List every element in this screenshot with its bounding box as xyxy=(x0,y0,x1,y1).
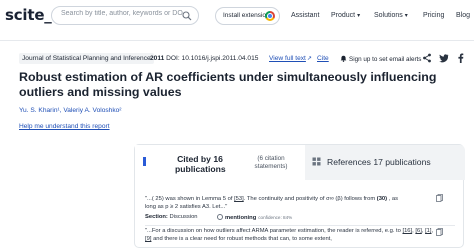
paper-title: Robust estimation of AR coefficients und… xyxy=(19,70,437,99)
references-label: References 17 publications xyxy=(327,157,431,167)
scite-logo[interactable]: scite_ xyxy=(5,6,52,24)
citation-statements-count: (6 citation statements) xyxy=(254,155,288,170)
active-tab-indicator xyxy=(143,157,146,166)
references-icon xyxy=(312,157,321,166)
search-input[interactable]: Search by title, author, keywords or DOI xyxy=(61,10,183,17)
nav-solutions[interactable]: Solutions ▾ xyxy=(374,12,408,19)
citations-panel: Cited by 16 publications (6 citation sta… xyxy=(134,144,465,248)
citation-snippet: "...( 25) was shown in Lemma 5 of [53]. … xyxy=(145,195,400,211)
nav-assistant[interactable]: Assistant xyxy=(291,12,319,19)
copy-icon[interactable] xyxy=(436,228,443,236)
nav-pricing[interactable]: Pricing xyxy=(423,12,444,19)
nav-product-label: Product xyxy=(331,12,356,19)
email-alerts-label: Sign up to set email alerts xyxy=(349,56,422,63)
install-extension-label: Install extension xyxy=(223,12,270,19)
mentioning-badge: mentioning confidence: 84% xyxy=(217,214,292,221)
nav-solutions-label: Solutions xyxy=(374,12,403,19)
confidence-score: confidence: 84% xyxy=(258,215,293,220)
external-link-icon: ↗ xyxy=(306,56,312,62)
citation-snippet: "...For a discussion on how outliers aff… xyxy=(145,228,434,242)
section-value: Discussion xyxy=(169,214,198,220)
publication-year: 2011 xyxy=(150,55,165,62)
copy-icon[interactable] xyxy=(436,194,443,202)
snippet-divider xyxy=(145,225,455,226)
cited-by-label: Cited by 16 publications xyxy=(175,154,226,174)
snippet-text: . The continuity and positivity of σ∞ (β… xyxy=(243,196,377,202)
chevron-down-icon: ▾ xyxy=(357,13,361,19)
author-list[interactable]: Yu. S. Kharin¹, Valeriy A. Voloshko² xyxy=(19,107,122,114)
reference-link[interactable]: [1] xyxy=(425,228,431,234)
mentioning-icon xyxy=(217,214,223,220)
reference-link[interactable]: [53] xyxy=(234,196,244,202)
nav-assistant-label: Assistant xyxy=(291,12,320,19)
snippet-text: "...( 25) was shown in Lemma 5 of xyxy=(145,196,235,202)
publication-info: 2011 DOI: 10.1016/j.jspi.2011.04.015 xyxy=(150,55,258,62)
tab-cited-by[interactable]: Cited by 16 publications (6 citation sta… xyxy=(135,145,305,180)
tab-references[interactable]: References 17 publications xyxy=(305,145,465,180)
mention-type: mentioning xyxy=(225,215,257,221)
help-understand-link[interactable]: Help me understand this report xyxy=(19,123,110,130)
section-info: Section: Discussion xyxy=(145,214,198,220)
reference-link[interactable]: [6] xyxy=(415,228,421,234)
cite-link[interactable]: Cite xyxy=(317,55,329,62)
doi[interactable]: DOI: 10.1016/j.jspi.2011.04.015 xyxy=(166,55,258,62)
twitter-icon[interactable] xyxy=(439,53,449,63)
nav-pricing-label: Pricing xyxy=(423,12,445,19)
reference-link[interactable]: [16] xyxy=(402,228,412,234)
top-bar: scite_ Search by title, author, keywords… xyxy=(0,0,474,34)
search-icon[interactable] xyxy=(182,11,192,21)
share-icon[interactable] xyxy=(422,53,432,63)
paper-meta-row: Journal of Statistical Planning and Infe… xyxy=(19,53,469,65)
section-label: Section: xyxy=(145,214,168,220)
bell-icon xyxy=(340,55,347,62)
install-extension-button[interactable]: Install extension xyxy=(215,7,280,25)
chrome-icon xyxy=(265,11,275,21)
reference-number: (30) xyxy=(376,196,388,202)
search-box[interactable]: Search by title, author, keywords or DOI xyxy=(51,6,199,25)
nav-blog[interactable]: Blog xyxy=(456,12,470,19)
header-divider xyxy=(0,40,474,41)
view-full-text-label: View full text xyxy=(269,55,306,62)
snippet-text: "...For a discussion on how outliers aff… xyxy=(145,228,403,234)
view-full-text-link[interactable]: View full text↗ xyxy=(269,55,312,62)
chevron-down-icon: ▾ xyxy=(404,13,408,19)
nav-product[interactable]: Product ▾ xyxy=(331,12,360,19)
nav-blog-label: Blog xyxy=(456,12,471,19)
email-alerts-link[interactable]: Sign up to set email alerts xyxy=(340,55,421,63)
journal-name[interactable]: Journal of Statistical Planning and Infe… xyxy=(19,53,154,64)
snippet-text: and there is a clear need for robust met… xyxy=(151,236,332,242)
facebook-icon[interactable] xyxy=(456,53,465,63)
